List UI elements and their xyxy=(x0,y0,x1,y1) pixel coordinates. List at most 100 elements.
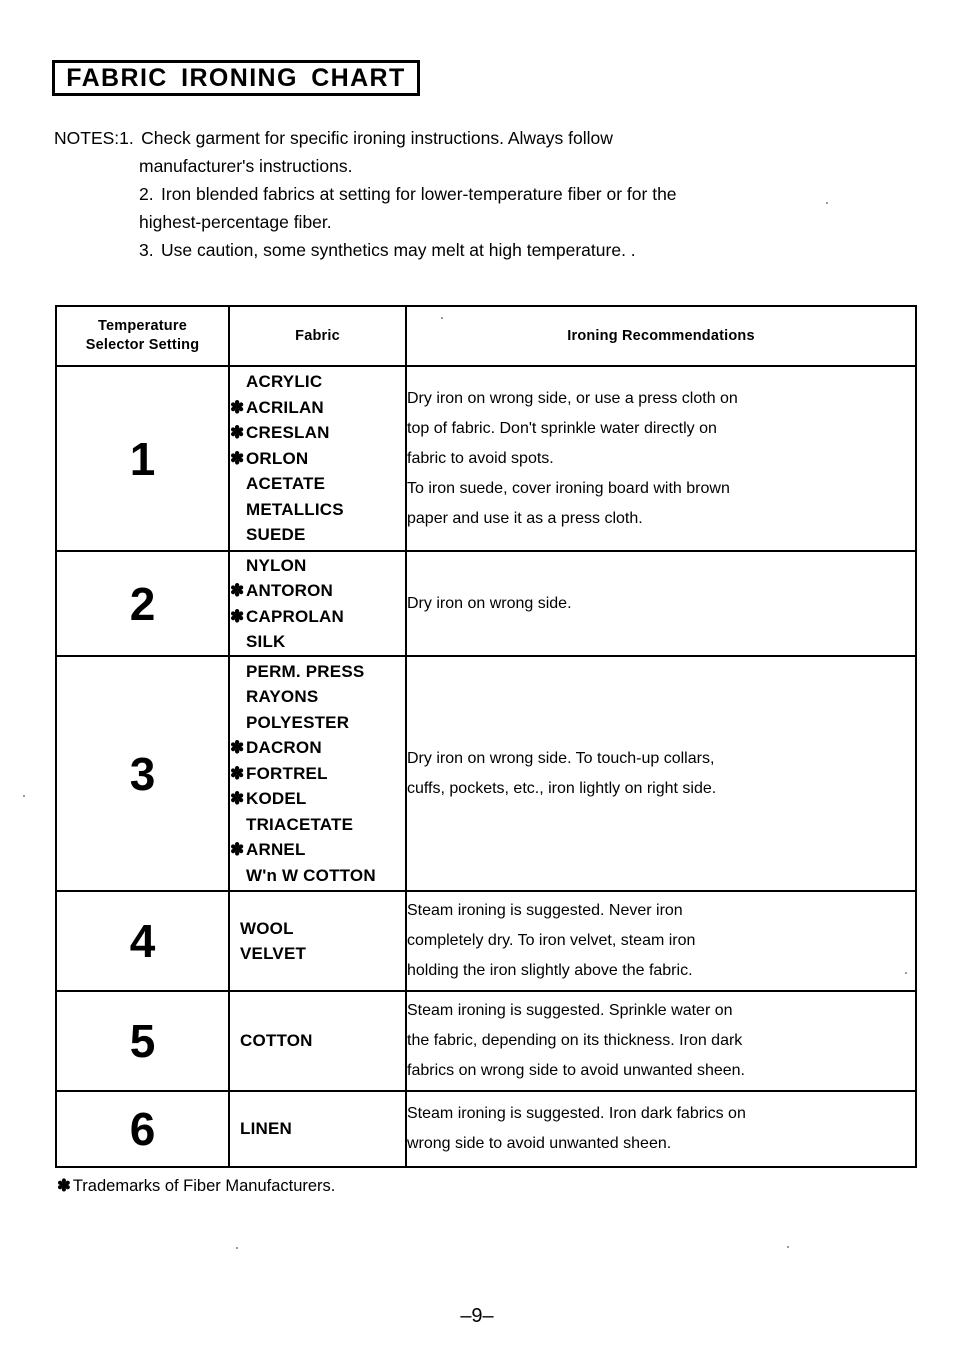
recommendation-line: cuffs, pockets, etc., iron lightly on ri… xyxy=(407,779,717,797)
fabric-name: ORLON xyxy=(246,448,309,468)
trademark-star-icon: ✽ xyxy=(230,763,245,783)
ironing-recommendation: Dry iron on wrong side, or use a press c… xyxy=(405,365,917,552)
page-title-box: FABRIC IRONING CHART xyxy=(52,60,420,96)
fabric-name: RAYONS xyxy=(246,687,319,707)
column-header-setting-line2: Selector Setting xyxy=(85,337,200,353)
notes-section: NOTES: 1. Check garment for specific iro… xyxy=(54,124,874,264)
fabric-item: ✽FORTREL xyxy=(230,761,405,787)
table-row: 6 LINEN Steam ironing is suggested. Iron… xyxy=(55,1090,917,1168)
footnote: ✽ Trademarks of Fiber Manufacturers. xyxy=(57,1176,335,1196)
fabric-item: NYLON xyxy=(230,553,405,579)
fabric-item: SILK xyxy=(230,629,405,655)
recommendation-line: Dry iron on wrong side. To touch-up coll… xyxy=(407,749,715,767)
scan-speckle xyxy=(826,202,828,204)
trademark-star-icon: ✽ xyxy=(230,606,245,626)
note-number: 2. xyxy=(139,184,154,204)
recommendation-line: Steam ironing is suggested. Sprinkle wat… xyxy=(407,1002,733,1019)
column-header-setting: Temperature Selector Setting xyxy=(55,305,230,367)
ironing-recommendation: Dry iron on wrong side. To touch-up coll… xyxy=(405,655,917,892)
fabric-name: CAPROLAN xyxy=(246,606,344,626)
fabric-name: VELVET xyxy=(240,944,307,963)
recommendation-line: the fabric, depending on its thickness. … xyxy=(407,1032,743,1049)
fabric-name: METALLICS xyxy=(246,499,344,519)
ironing-recommendation: Dry iron on wrong side. xyxy=(405,550,917,657)
recommendation-line: fabrics on wrong side to avoid unwanted … xyxy=(407,1062,745,1079)
fabric-item: ✽CRESLAN xyxy=(230,420,405,446)
note-text-continued: manufacturer's instructions. xyxy=(139,156,353,176)
setting-number: 1 xyxy=(55,365,230,552)
fabric-name: ACETATE xyxy=(246,474,326,494)
fabric-list: COTTON xyxy=(228,990,407,1092)
recommendation-line: fabric to avoid spots. xyxy=(407,449,554,467)
trademark-star-icon: ✽ xyxy=(230,840,245,860)
fabric-item: ✽KODEL xyxy=(230,786,405,812)
fabric-item: ✽DACRON xyxy=(230,735,405,761)
column-header-recommendations: Ironing Recommendations xyxy=(405,305,917,367)
setting-number: 6 xyxy=(55,1090,230,1168)
recommendation-line: Dry iron on wrong side. xyxy=(407,594,572,612)
recommendation-line: paper and use it as a press cloth. xyxy=(407,509,643,527)
recommendation-line: holding the iron slightly above the fabr… xyxy=(407,962,693,979)
fabric-ironing-table: Temperature Selector Setting Fabric Iron… xyxy=(55,305,917,1168)
setting-number: 2 xyxy=(55,550,230,657)
setting-number: 4 xyxy=(55,890,230,992)
recommendation-line: completely dry. To iron velvet, steam ir… xyxy=(407,932,696,949)
note-text: Check garment for specific ironing instr… xyxy=(141,128,613,148)
note-text: Use caution, some synthetics may melt at… xyxy=(161,240,636,260)
fabric-item: W'n W COTTON xyxy=(230,863,405,889)
ironing-recommendation: Steam ironing is suggested. Iron dark fa… xyxy=(405,1090,917,1168)
fabric-name: LINEN xyxy=(240,1119,292,1139)
fabric-list: PERM. PRESS RAYONS POLYESTER ✽DACRON ✽FO… xyxy=(228,655,407,892)
note-number: 3. xyxy=(139,240,154,260)
trademark-star-icon: ✽ xyxy=(230,397,245,417)
fabric-name: W'n W COTTON xyxy=(246,865,376,885)
fabric-item: TRIACETATE xyxy=(230,812,405,838)
fabric-name: DACRON xyxy=(246,738,322,758)
fabric-item: WOOL xyxy=(240,916,405,942)
fabric-item: ✽ACRILAN xyxy=(230,395,405,421)
trademark-star-icon: ✽ xyxy=(230,581,245,600)
fabric-item: ✽ANTORON xyxy=(230,578,405,604)
fabric-name: CRESLAN xyxy=(246,423,330,443)
recommendation-line: wrong side to avoid unwanted sheen. xyxy=(407,1135,672,1152)
fabric-item: ✽CAPROLAN xyxy=(230,604,405,630)
setting-number: 5 xyxy=(55,990,230,1092)
fabric-item: RAYONS xyxy=(230,684,405,710)
note-text: Iron blended fabrics at setting for lowe… xyxy=(161,184,677,204)
fabric-item: POLYESTER xyxy=(230,710,405,736)
fabric-list: LINEN xyxy=(228,1090,407,1168)
note-item: NOTES: 1. Check garment for specific iro… xyxy=(54,124,874,152)
column-header-fabric: Fabric xyxy=(228,305,407,367)
fabric-name: KODEL xyxy=(246,789,307,809)
ironing-recommendation: Steam ironing is suggested. Sprinkle wat… xyxy=(405,990,917,1092)
scan-speckle xyxy=(787,1246,789,1248)
fabric-item: LINEN xyxy=(240,1116,405,1142)
table-row: 3 PERM. PRESS RAYONS POLYESTER ✽DACRON ✽… xyxy=(55,655,917,892)
recommendation-line: Steam ironing is suggested. Never iron xyxy=(407,902,683,919)
fabric-item: METALLICS xyxy=(230,497,405,523)
trademark-star-icon: ✽ xyxy=(230,738,245,758)
scan-speckle xyxy=(23,795,25,797)
fabric-name: SUEDE xyxy=(246,525,306,545)
setting-number: 3 xyxy=(55,655,230,892)
fabric-name: ACRILAN xyxy=(246,397,324,417)
scan-speckle xyxy=(441,317,443,319)
fabric-item: COTTON xyxy=(240,1028,405,1054)
fabric-name: SILK xyxy=(246,632,286,651)
ironing-recommendation: Steam ironing is suggested. Never iron c… xyxy=(405,890,917,992)
fabric-item: ACRYLIC xyxy=(230,369,405,395)
page-number: –9– xyxy=(460,1305,494,1327)
note-text-continued: highest-percentage fiber. xyxy=(139,212,332,232)
fabric-list: ACRYLIC ✽ACRILAN ✽CRESLAN ✽ ORLON ACETATE… xyxy=(228,365,407,552)
fabric-item: SUEDE xyxy=(230,522,405,548)
fabric-name: POLYESTER xyxy=(246,712,350,732)
fabric-list: WOOL VELVET xyxy=(228,890,407,992)
note-item: 3. Use caution, some synthetics may melt… xyxy=(54,236,874,264)
fabric-name: NYLON xyxy=(246,555,307,575)
notes-label: NOTES: xyxy=(54,128,120,148)
fabric-name: ANTORON xyxy=(246,581,334,600)
scan-speckle xyxy=(236,1247,238,1249)
fabric-name: ACRYLIC xyxy=(246,372,323,392)
footnote-text: Trademarks of Fiber Manufacturers. xyxy=(72,1177,336,1195)
fabric-name: TRIACETATE xyxy=(246,814,354,834)
